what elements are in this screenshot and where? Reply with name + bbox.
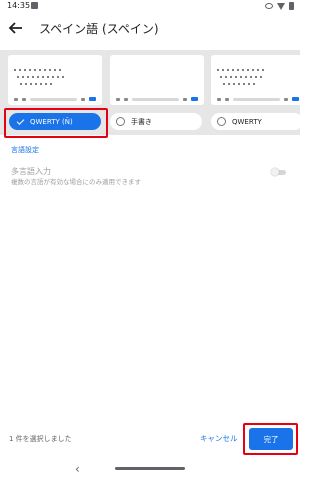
nav-home-handle[interactable] xyxy=(115,467,185,470)
keyboard-preview-qwerty[interactable] xyxy=(211,55,300,105)
highlight-annotation-done xyxy=(243,423,298,455)
image-icon xyxy=(31,2,38,9)
keyboard-preview-keys xyxy=(8,69,102,85)
layout-option-qwerty[interactable]: QWERTY xyxy=(211,113,300,130)
multilingual-input-description: 複数の言語が有効な場合にのみ適用できます xyxy=(11,178,141,186)
wifi-icon xyxy=(277,2,285,10)
status-bar: 14:35 xyxy=(0,0,300,12)
back-button[interactable] xyxy=(6,18,26,38)
multilingual-toggle[interactable] xyxy=(271,168,287,176)
keyboard-preview-bottom-row xyxy=(217,97,299,101)
radio-icon xyxy=(217,117,226,126)
status-time: 14:35 xyxy=(7,1,31,10)
layout-option-handwriting[interactable]: 手書き xyxy=(110,113,202,130)
layout-option-label: QWERTY xyxy=(232,117,262,126)
layout-option-label: 手書き xyxy=(131,117,152,126)
keyboard-preview-handwriting[interactable] xyxy=(110,55,204,105)
eye-icon xyxy=(265,3,273,9)
nav-back-icon[interactable]: ‹ xyxy=(75,462,80,476)
keyboard-preview-bottom-row xyxy=(14,97,96,101)
language-settings-link[interactable]: 言語設定 xyxy=(11,145,39,155)
cancel-button[interactable]: キャンセル xyxy=(200,433,238,444)
app-bar: スペイン語 (スペイン) xyxy=(0,12,300,44)
highlight-annotation-layout xyxy=(4,108,108,138)
radio-icon xyxy=(116,117,125,126)
arrow-left-icon xyxy=(8,22,22,34)
keyboard-preview-bottom-row xyxy=(116,97,198,101)
keyboard-preview-keys xyxy=(211,69,300,85)
battery-icon xyxy=(289,2,294,10)
page-title: スペイン語 (スペイン) xyxy=(39,22,159,36)
toggle-thumb xyxy=(271,168,279,176)
status-icons xyxy=(265,2,294,10)
selected-count: 1 件を選択しました xyxy=(9,435,72,443)
keyboard-preview-qwerty-n[interactable] xyxy=(8,55,102,105)
